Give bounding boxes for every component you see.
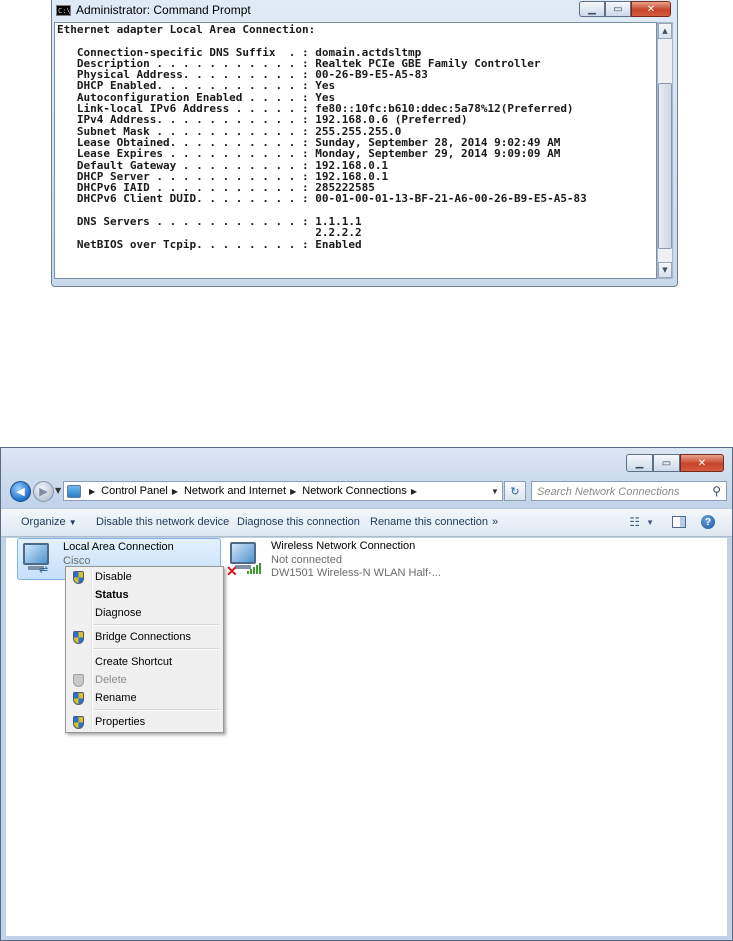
network-adapter-icon xyxy=(23,543,49,565)
command-bar: Organize ▼ Disable this network device D… xyxy=(1,508,732,537)
search-box: ⚲ xyxy=(531,481,727,501)
connection-device: DW1501 Wireless-N WLAN Half-... xyxy=(271,567,441,579)
breadcrumb-chevron-icon[interactable]: ▶ xyxy=(89,487,95,496)
more-commands-button[interactable]: » xyxy=(492,516,498,528)
forward-button[interactable]: ▶ xyxy=(33,481,54,502)
vertical-scrollbar[interactable]: ▲ ▼ xyxy=(657,22,673,279)
menu-item-disable[interactable]: Disable xyxy=(68,568,221,588)
close-button[interactable]: ✕ xyxy=(680,454,724,472)
view-dropdown-icon[interactable]: ▼ xyxy=(646,518,654,527)
breadcrumb-control-panel[interactable]: Control Panel xyxy=(101,485,168,497)
console-line: IPv4 Address. . . . . . . . . . . : 192.… xyxy=(57,113,468,127)
breadcrumb-chevron-icon[interactable]: ▶ xyxy=(411,487,417,496)
close-icon: ✕ xyxy=(646,3,656,15)
breadcrumb-network-connections[interactable]: Network Connections xyxy=(302,485,407,497)
search-input[interactable] xyxy=(537,484,707,500)
maximize-icon: ▭ xyxy=(661,457,672,469)
minimize-button[interactable]: ▁ xyxy=(579,1,605,17)
uac-shield-icon xyxy=(73,631,84,644)
scrollbar-thumb[interactable] xyxy=(658,83,672,249)
menu-item-diagnose[interactable]: Diagnose xyxy=(68,604,221,624)
navigation-bar: ◀ ▶ ▼ ▶ Control Panel ▶ Network and Inte… xyxy=(1,480,732,502)
context-menu: Disable Status Diagnose Bridge Connectio… xyxy=(65,566,224,733)
breadcrumb-network-and-internet[interactable]: Network and Internet xyxy=(184,485,286,497)
scroll-down-arrow-icon[interactable]: ▼ xyxy=(658,262,672,278)
menu-item-status[interactable]: Status xyxy=(68,586,221,606)
back-button[interactable]: ◀ xyxy=(10,481,31,502)
console-line: Ethernet adapter Local Area Connection: xyxy=(57,23,316,36)
menu-separator xyxy=(94,648,219,650)
menu-item-bridge-connections[interactable]: Bridge Connections xyxy=(68,628,221,648)
change-view-icon[interactable]: ☷ xyxy=(629,515,640,529)
network-cable-icon: ⇌ xyxy=(39,564,49,576)
signal-bars-icon xyxy=(247,562,261,574)
disconnected-x-icon: ✕ xyxy=(226,563,238,579)
search-icon[interactable]: ⚲ xyxy=(712,484,721,498)
forward-arrow-icon: ▶ xyxy=(39,485,48,498)
uac-shield-icon xyxy=(73,674,84,687)
help-icon[interactable]: ? xyxy=(701,515,715,529)
uac-shield-icon xyxy=(73,716,84,729)
window-controls: ▁ ▭ ✕ xyxy=(626,454,724,472)
minimize-icon: ▁ xyxy=(635,457,644,469)
disable-device-button[interactable]: Disable this network device xyxy=(96,516,229,528)
window-controls: ▁ ▭ ✕ xyxy=(579,1,671,17)
menu-separator xyxy=(94,709,219,711)
close-icon: ✕ xyxy=(697,457,707,469)
uac-shield-icon xyxy=(73,571,84,584)
console-line: Lease Expires . . . . . . . . . . : Mond… xyxy=(57,147,561,161)
chevron-down-icon: ▼ xyxy=(68,518,77,527)
console-line: NetBIOS over Tcpip. . . . . . . . : Enab… xyxy=(57,237,362,251)
menu-separator xyxy=(94,624,219,626)
scroll-up-arrow-icon[interactable]: ▲ xyxy=(658,23,672,39)
control-panel-icon xyxy=(67,484,81,498)
menu-item-create-shortcut[interactable]: Create Shortcut xyxy=(68,653,221,673)
preview-pane-icon[interactable] xyxy=(672,516,686,528)
minimize-icon: ▁ xyxy=(588,3,596,15)
back-arrow-icon: ◀ xyxy=(16,485,25,498)
connection-status: Not connected xyxy=(271,554,342,566)
diagnose-connection-button[interactable]: Diagnose this connection xyxy=(237,516,360,528)
menu-item-properties[interactable]: Properties xyxy=(68,713,221,733)
wireless-network-connection-item[interactable]: ✕ Wireless Network Connection Not connec… xyxy=(226,538,446,580)
breadcrumb-chevron-icon[interactable]: ▶ xyxy=(290,487,296,496)
breadcrumb-chevron-icon[interactable]: ▶ xyxy=(172,487,178,496)
cmd-titlebar[interactable]: C:\ Administrator: Command Prompt ▁ ▭ ✕ xyxy=(52,0,677,22)
console-line: 2.2.2.2 xyxy=(57,226,362,240)
network-adapter-icon xyxy=(230,542,256,564)
close-button[interactable]: ✕ xyxy=(631,1,671,17)
connection-name: Local Area Connection xyxy=(63,541,174,553)
maximize-button[interactable]: ▭ xyxy=(653,454,680,472)
console-text: Ethernet adapter Local Area Connection: … xyxy=(55,23,656,250)
address-bar[interactable]: ▶ Control Panel ▶ Network and Internet ▶… xyxy=(63,481,503,501)
rename-connection-button[interactable]: Rename this connection xyxy=(370,516,488,528)
command-prompt-icon: C:\ xyxy=(56,5,71,16)
console-line: DHCPv6 Client DUID. . . . . . . . : 00-0… xyxy=(57,192,587,206)
recent-pages-dropdown[interactable]: ▼ xyxy=(55,486,61,495)
minimize-button[interactable]: ▁ xyxy=(626,454,653,472)
maximize-icon: ▭ xyxy=(613,3,623,15)
refresh-icon: ↻ xyxy=(510,484,520,498)
connection-name: Wireless Network Connection xyxy=(271,540,416,552)
organize-button[interactable]: Organize ▼ xyxy=(21,516,77,528)
uac-shield-icon xyxy=(73,692,84,705)
maximize-button[interactable]: ▭ xyxy=(605,1,631,17)
window-title: Administrator: Command Prompt xyxy=(76,3,251,17)
refresh-button[interactable]: ↻ xyxy=(504,481,526,501)
address-dropdown-icon[interactable]: ▼ xyxy=(488,487,502,496)
console-output[interactable]: Ethernet adapter Local Area Connection: … xyxy=(54,22,657,279)
menu-item-delete[interactable]: Delete xyxy=(68,671,221,691)
menu-item-rename[interactable]: Rename xyxy=(68,689,221,709)
command-prompt-window: C:\ Administrator: Command Prompt ▁ ▭ ✕ … xyxy=(51,0,678,287)
